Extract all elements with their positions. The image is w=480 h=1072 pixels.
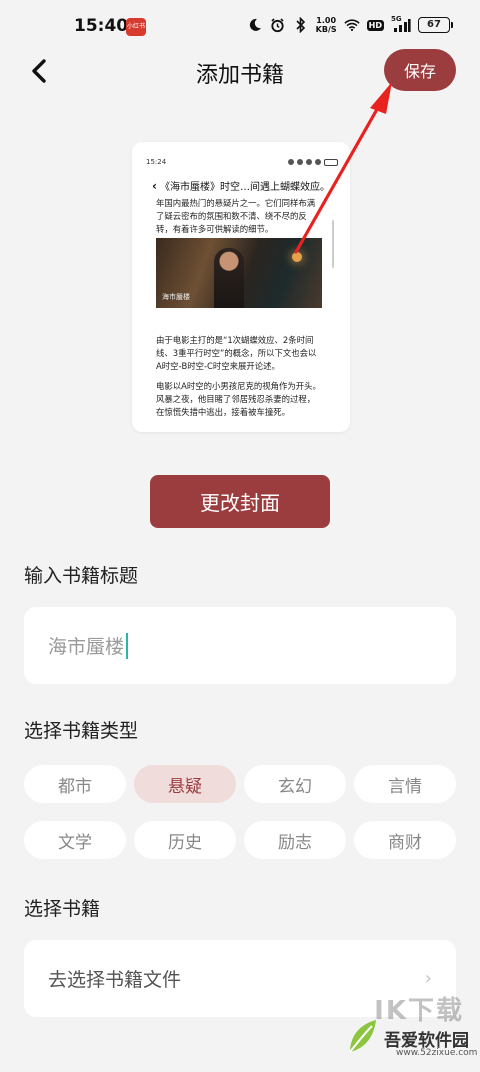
cover-paragraph-1: 年国内最热门的悬疑片之一。它们同样布满了疑云密布的氛围和数不清、绕不尽的反转，有…: [156, 198, 316, 234]
tag-romance[interactable]: 言情: [354, 765, 456, 803]
cover-paragraph-3: 电影以A时空的小男孩尼克的视角作为开头。风暴之夜，他目睹了邻居残忍杀妻的过程，在…: [156, 381, 321, 417]
bluetooth-icon: [293, 16, 309, 34]
cover-paragraph-2: 由于电影主打的是“1次蝴蝶效应、2条时间线、3重平行时空”的概念，所以下文也会以…: [156, 335, 317, 371]
signal-icon: 5G: [391, 15, 411, 34]
tag-business[interactable]: 商财: [354, 821, 456, 859]
cover-image-caption: 海市蜃楼: [162, 293, 190, 301]
cover-back-icon: ‹: [152, 178, 157, 193]
chevron-right-icon: ›: [424, 968, 432, 989]
alarm-icon: [270, 16, 286, 34]
cover-status-time: 15:24: [146, 158, 167, 166]
tag-history[interactable]: 历史: [134, 821, 236, 859]
watermark-url: www.52zixue.com: [396, 1048, 478, 1058]
hd-badge: HD: [366, 19, 384, 31]
app-header: 添加书籍 保存: [0, 44, 480, 100]
cover-movie-still: 海市蜃楼: [156, 238, 322, 308]
cover-status-bar: 15:24: [146, 156, 338, 168]
tag-inspirational[interactable]: 励志: [244, 821, 346, 859]
cover-scrollbar: [332, 220, 334, 268]
cover-status-icons: [288, 158, 338, 166]
battery-indicator: 67: [418, 17, 453, 33]
tag-suspense[interactable]: 悬疑: [134, 765, 236, 803]
book-file-picker-text: 去选择书籍文件: [48, 969, 182, 991]
app-notification-icon: 小红书: [126, 18, 146, 36]
tag-urban[interactable]: 都市: [24, 765, 126, 803]
save-button[interactable]: 保存: [384, 49, 456, 91]
moon-icon: [247, 16, 263, 34]
cover-article-title-row: ‹ 《海市蜃楼》时空…间遇上蝴蝶效应。: [152, 178, 342, 194]
net-speed-value: 1.00: [316, 16, 337, 25]
tag-literature[interactable]: 文学: [24, 821, 126, 859]
wifi-icon: [343, 16, 360, 34]
cover-preview: 15:24 ‹ 《海市蜃楼》时空…间遇上蝴蝶效应。 年国内最热门的悬疑片之一。它…: [132, 142, 350, 432]
title-section-label: 输入书籍标题: [24, 565, 139, 587]
book-title-value: 海市蜃楼: [48, 636, 125, 658]
status-icons: 1.00 KB/S HD 5G 67: [247, 15, 453, 34]
tag-fantasy[interactable]: 玄幻: [244, 765, 346, 803]
book-title-input[interactable]: 海市蜃楼: [24, 607, 456, 684]
net-speed-unit: KB/S: [315, 25, 337, 34]
cover-image-lamp: [292, 252, 302, 262]
signal-label: 5G: [391, 15, 402, 23]
type-section-label: 选择书籍类型: [24, 720, 139, 742]
leaf-logo-icon: [349, 1020, 376, 1053]
change-cover-button[interactable]: 更改封面: [150, 475, 330, 528]
cover-article-title: 《海市蜃楼》时空…间遇上蝴蝶效应。: [159, 182, 330, 193]
book-section-label: 选择书籍: [24, 898, 101, 920]
cover-image-figure: [214, 248, 244, 308]
net-speed: 1.00 KB/S: [316, 16, 337, 34]
watermark-top-text: ⅠK下载: [374, 996, 464, 1026]
book-type-tags: 都市 悬疑 玄幻 言情 文学 历史 励志 商财: [24, 765, 456, 859]
watermark-logo: ⅠK下载 吾爱软件园 www.52zixue.com: [344, 990, 478, 1066]
status-time: 15:40: [74, 16, 129, 36]
text-caret: [126, 632, 129, 659]
